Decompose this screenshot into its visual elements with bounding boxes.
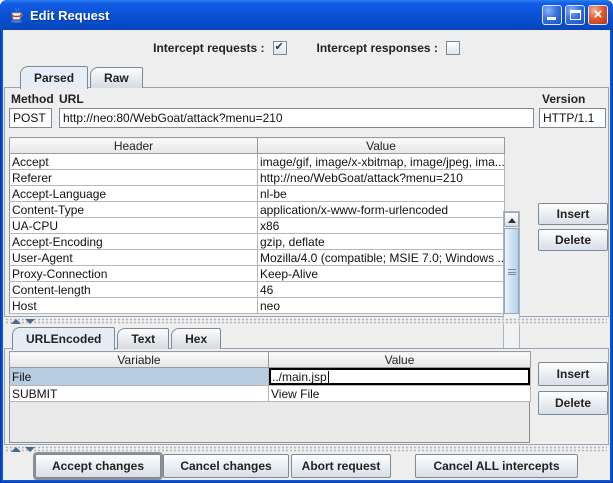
table-row: User-AgentMozilla/4.0 (compatible; MSIE … xyxy=(10,250,505,266)
table-cell[interactable]: Mozilla/4.0 (compatible; MSIE 7.0; Windo… xyxy=(258,250,505,266)
table-cell[interactable]: File xyxy=(10,368,269,386)
split-divider[interactable] xyxy=(5,318,607,324)
intercept-requests-label: Intercept requests : xyxy=(153,41,264,55)
dialog-content: Intercept requests : Intercept responses… xyxy=(3,30,610,480)
table-row: Proxy-ConnectionKeep-Alive xyxy=(10,266,505,282)
arrow-up-icon xyxy=(508,218,516,223)
scrollbar-thumb[interactable] xyxy=(504,228,519,314)
table-cell[interactable]: SUBMIT xyxy=(10,386,269,402)
column-header: Value xyxy=(269,352,531,368)
empty-table-area[interactable] xyxy=(9,402,530,443)
table-cell[interactable]: nl-be xyxy=(258,186,505,202)
intercept-responses-label: Intercept responses : xyxy=(317,41,438,55)
table-cell[interactable]: ../main.jsp xyxy=(269,368,531,386)
table-cell[interactable]: Accept-Encoding xyxy=(10,234,258,250)
accept-changes-button[interactable]: Accept changes xyxy=(35,454,161,478)
tab-parsed[interactable]: Parsed xyxy=(20,66,88,89)
parsed-panel: Method URL Version Header Value Acceptim… xyxy=(4,87,609,317)
table-cell[interactable]: Keep-Alive xyxy=(258,266,505,282)
header-delete-button[interactable]: Delete xyxy=(538,229,608,251)
headers-table-scrollbar[interactable] xyxy=(503,211,520,371)
table-cell[interactable]: Content-length xyxy=(10,282,258,298)
table-row: Accept-Languagenl-be xyxy=(10,186,505,202)
tab-raw[interactable]: Raw xyxy=(90,67,143,88)
table-row: File../main.jsp xyxy=(10,368,531,386)
table-row: Accept-Encodinggzip, deflate xyxy=(10,234,505,250)
table-cell[interactable]: Accept-Language xyxy=(10,186,258,202)
table-row: UA-CPUx86 xyxy=(10,218,505,234)
column-header: Value xyxy=(258,138,505,154)
thumb-grip-icon xyxy=(508,269,516,275)
params-table-header-row: Variable Value xyxy=(10,352,531,368)
column-header: Variable xyxy=(10,352,269,368)
intercept-options-row: Intercept requests : Intercept responses… xyxy=(3,39,610,57)
intercept-requests-checkbox[interactable] xyxy=(273,41,287,55)
method-field[interactable] xyxy=(9,108,52,128)
collapse-down-icon[interactable] xyxy=(25,447,35,452)
table-row: Refererhttp://neo/WebGoat/attack?menu=21… xyxy=(10,170,505,186)
table-row: Acceptimage/gif, image/x-xbitmap, image/… xyxy=(10,154,505,170)
urlencoded-panel: Variable Value File../main.jspSUBMITView… xyxy=(4,348,609,445)
table-row: SUBMITView File xyxy=(10,386,531,402)
headers-table-header-row: Header Value xyxy=(10,138,505,154)
header-insert-button[interactable]: Insert xyxy=(538,203,608,225)
minimize-button[interactable] xyxy=(542,5,562,25)
split-divider[interactable] xyxy=(5,446,607,452)
table-cell[interactable]: UA-CPU xyxy=(10,218,258,234)
table-cell[interactable]: Host xyxy=(10,298,258,314)
cancel-changes-button[interactable]: Cancel changes xyxy=(163,454,289,478)
method-label: Method xyxy=(11,92,54,106)
table-cell[interactable]: application/x-www-form-urlencoded xyxy=(258,202,505,218)
minimize-icon xyxy=(547,17,556,20)
intercept-responses-checkbox[interactable] xyxy=(446,41,460,55)
table-row: Hostneo xyxy=(10,298,505,314)
params-table: Variable Value File../main.jspSUBMITView… xyxy=(9,351,531,402)
collapse-down-icon[interactable] xyxy=(25,319,35,324)
url-label: URL xyxy=(59,92,84,106)
request-view-tabs: Parsed Raw xyxy=(20,65,145,88)
maximize-icon xyxy=(570,10,581,20)
table-row: Content-Typeapplication/x-www-form-urlen… xyxy=(10,202,505,218)
title-bar[interactable]: Edit Request × xyxy=(0,0,613,30)
text-caret xyxy=(328,371,329,383)
cancel-all-intercepts-button[interactable]: Cancel ALL intercepts xyxy=(415,454,578,478)
table-cell[interactable]: Referer xyxy=(10,170,258,186)
content-view-tabs: URLEncoded Text Hex xyxy=(12,326,223,349)
table-cell[interactable]: image/gif, image/x-xbitmap, image/jpeg, … xyxy=(258,154,505,170)
scroll-up-button[interactable] xyxy=(504,212,519,227)
param-delete-button[interactable]: Delete xyxy=(538,391,608,415)
java-cup-icon xyxy=(8,7,25,24)
tab-urlencoded[interactable]: URLEncoded xyxy=(12,327,115,350)
headers-table: Header Value Acceptimage/gif, image/x-xb… xyxy=(9,137,505,314)
edit-request-window: Edit Request × Intercept requests : Inte… xyxy=(0,0,613,483)
window-title: Edit Request xyxy=(30,8,539,23)
table-cell[interactable]: x86 xyxy=(258,218,505,234)
collapse-up-icon[interactable] xyxy=(11,319,21,324)
table-cell[interactable]: 46 xyxy=(258,282,505,298)
table-cell[interactable]: http://neo/WebGoat/attack?menu=210 xyxy=(258,170,505,186)
table-cell[interactable]: View File xyxy=(269,386,531,402)
footer-button-row: Accept changes Cancel changes Abort requ… xyxy=(3,454,610,478)
table-cell[interactable]: Content-Type xyxy=(10,202,258,218)
table-cell[interactable]: neo xyxy=(258,298,505,314)
cell-editor-input[interactable]: ../main.jsp xyxy=(269,368,530,385)
version-field[interactable] xyxy=(539,108,606,128)
tab-hex[interactable]: Hex xyxy=(171,328,221,349)
table-cell[interactable]: Accept xyxy=(10,154,258,170)
close-button[interactable]: × xyxy=(588,5,608,25)
param-insert-button[interactable]: Insert xyxy=(538,362,608,386)
table-cell[interactable]: User-Agent xyxy=(10,250,258,266)
tab-text[interactable]: Text xyxy=(117,328,169,349)
table-cell[interactable]: gzip, deflate xyxy=(258,234,505,250)
url-field[interactable] xyxy=(59,108,534,128)
abort-request-button[interactable]: Abort request xyxy=(291,454,391,478)
column-header: Header xyxy=(10,138,258,154)
table-row: Content-length46 xyxy=(10,282,505,298)
maximize-button[interactable] xyxy=(565,5,585,25)
collapse-up-icon[interactable] xyxy=(11,447,21,452)
close-icon: × xyxy=(589,6,607,24)
table-cell[interactable]: Proxy-Connection xyxy=(10,266,258,282)
version-label: Version xyxy=(542,92,585,106)
